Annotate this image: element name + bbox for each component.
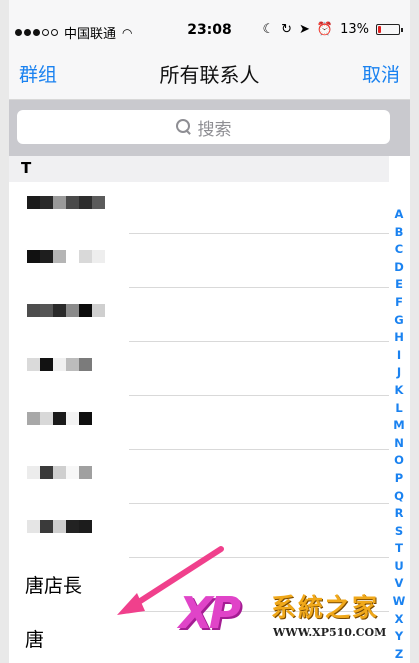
search-input[interactable]: 搜索	[17, 110, 390, 144]
contact-row[interactable]	[9, 180, 389, 234]
index-letter[interactable]: G	[394, 312, 403, 330]
index-letter[interactable]: T	[395, 540, 403, 558]
location-arrow-icon: ➤	[299, 22, 310, 37]
watermark-url: WWW.XP510.COM	[273, 626, 387, 639]
redacted-name	[27, 196, 105, 209]
index-letter[interactable]: B	[395, 224, 404, 242]
contact-row[interactable]	[9, 342, 389, 396]
index-letter[interactable]: H	[394, 329, 404, 347]
redacted-name	[27, 250, 105, 263]
search-icon	[175, 119, 192, 135]
index-letter[interactable]: O	[394, 452, 404, 470]
index-letter[interactable]: D	[394, 259, 404, 277]
search-area: 搜索	[9, 100, 410, 156]
contact-row[interactable]	[9, 396, 389, 450]
watermark-logo: XP	[179, 588, 241, 639]
index-letter[interactable]: Q	[394, 488, 404, 506]
index-letter[interactable]: F	[395, 294, 403, 312]
battery-icon	[376, 24, 403, 35]
index-letter[interactable]: I	[397, 347, 401, 365]
cancel-button[interactable]: 取消	[362, 60, 400, 87]
redacted-name	[27, 520, 105, 533]
redacted-name	[27, 466, 105, 479]
navigation-bar: 群组 所有联系人 取消	[9, 40, 410, 100]
index-letter[interactable]: N	[394, 435, 404, 453]
watermark-title: 系統之家	[271, 593, 380, 622]
battery-percent: 13%	[340, 22, 369, 37]
status-right: ☾ ↻ ➤ ⏰ 13%	[262, 22, 403, 37]
moon-icon: ☾	[262, 22, 275, 37]
index-letter[interactable]: C	[395, 241, 403, 259]
index-letter[interactable]: P	[395, 470, 403, 488]
index-letter[interactable]: U	[394, 558, 403, 576]
status-bar: 中国联通 ◠ 23:08 ☾ ↻ ➤ ⏰ 13%	[9, 0, 410, 42]
contact-row[interactable]	[9, 234, 389, 288]
battery-level	[378, 26, 381, 33]
redacted-name	[27, 304, 105, 317]
contact-row[interactable]	[9, 450, 389, 504]
index-letter[interactable]: K	[395, 382, 404, 400]
rotation-lock-icon: ↻	[281, 22, 292, 37]
contacts-screen: 中国联通 ◠ 23:08 ☾ ↻ ➤ ⏰ 13% 群组 所有联系人 取消 搜索 …	[9, 0, 410, 663]
section-header: T	[9, 156, 389, 182]
index-letter[interactable]: J	[397, 364, 401, 382]
redacted-name	[27, 358, 105, 371]
index-letter[interactable]: R	[395, 505, 404, 523]
index-letter[interactable]: L	[395, 400, 402, 418]
redacted-name	[27, 412, 105, 425]
watermark: XP 系統之家 WWW.XP510.COM	[179, 582, 410, 652]
contact-row[interactable]	[9, 288, 389, 342]
contact-name: 唐	[25, 629, 45, 651]
alarm-icon: ⏰	[316, 22, 334, 37]
search-placeholder: 搜索	[197, 119, 232, 140]
index-letter[interactable]: S	[395, 523, 403, 541]
page-title: 所有联系人	[159, 63, 260, 87]
contact-name: 唐店長	[25, 575, 83, 597]
index-letter[interactable]: M	[393, 417, 404, 435]
index-letter[interactable]: A	[395, 206, 404, 224]
index-letter[interactable]: E	[395, 276, 403, 294]
